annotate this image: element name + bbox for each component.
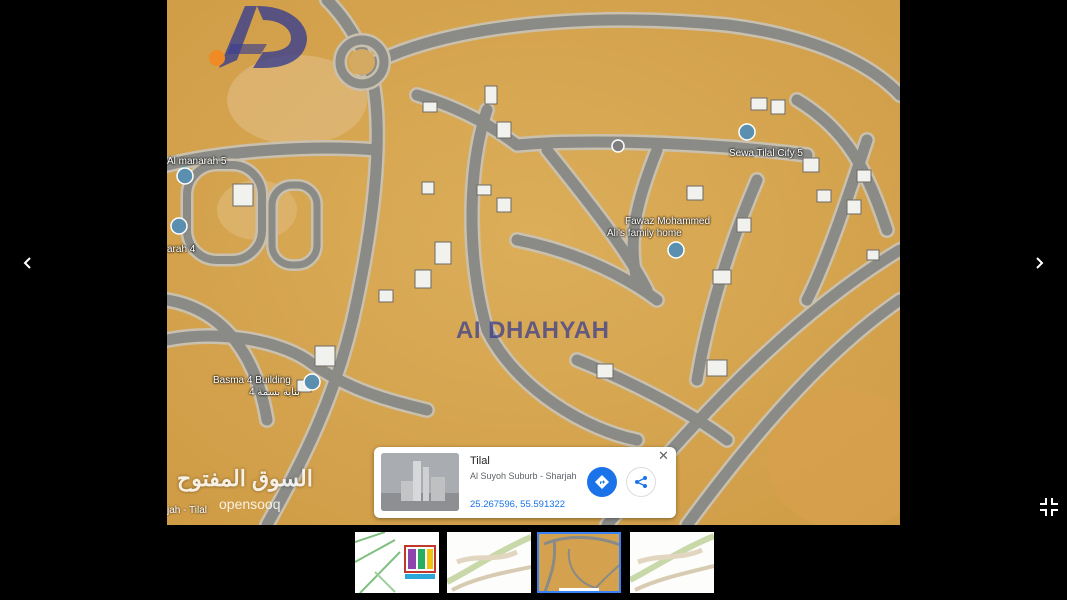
place-label-sewa-tilal-city-5[interactable]: Sewa Tilal Cify 5 [729, 148, 803, 159]
opensooq-watermark-arabic: السوق المفتوح [177, 466, 313, 491]
place-label-basma-4-arabic[interactable]: بناية بسمة 4 [249, 387, 300, 398]
place-coordinates[interactable]: 25.267596, 55.591322 [470, 499, 565, 510]
watermark-brand-name: AI DHAHYAH [456, 317, 610, 344]
directions-icon [595, 475, 609, 489]
place-label-fawaz-mohammed[interactable]: Fawaz Mohammed [625, 216, 710, 227]
opensooq-watermark-latin: opensooq [219, 496, 281, 512]
place-label-basma-4-building[interactable]: Basma 4 Building [213, 375, 291, 386]
chevron-right-icon [1036, 257, 1044, 269]
thumbnail-2[interactable] [447, 532, 531, 593]
place-label-manarah-4[interactable]: arah 4 [167, 244, 195, 255]
close-icon: ✕ [658, 448, 669, 463]
close-card-button[interactable]: ✕ [658, 448, 669, 464]
thumbnail-strip [0, 525, 1067, 600]
place-label-family-home[interactable]: Ali's family home [607, 228, 682, 239]
corner-location-label: jah - Tilal [167, 505, 208, 516]
place-photo[interactable] [381, 453, 459, 511]
previous-image-button[interactable] [15, 250, 41, 276]
al-dhahyah-logo [209, 6, 307, 68]
share-button[interactable] [626, 467, 656, 497]
place-info-card[interactable]: Tilal Al Suyoh Suburb - Sharjah 25.26759… [374, 447, 676, 518]
thumbnail-4[interactable] [630, 532, 714, 593]
exit-fullscreen-icon [1040, 498, 1058, 516]
place-title: Tilal [470, 455, 490, 467]
thumbnail-1[interactable] [355, 532, 439, 593]
exit-fullscreen-button[interactable] [1038, 496, 1060, 518]
place-address: Al Suyoh Suburb - Sharjah [470, 471, 577, 481]
place-label-al-manarah-5[interactable]: Al manarah 5 [167, 156, 226, 167]
master-plan-thumbnail [447, 532, 531, 593]
chevron-left-icon [23, 257, 31, 269]
share-icon [635, 476, 647, 488]
satellite-map-thumbnail [539, 534, 619, 591]
master-plan-thumbnail [630, 532, 714, 593]
next-image-button[interactable] [1026, 250, 1052, 276]
street-view-image [381, 453, 459, 511]
directions-button[interactable] [587, 467, 617, 497]
thumbnail-3-active[interactable] [537, 532, 621, 593]
image-viewer: Al manarah 5 arah 4 Basma 4 Building بنا… [0, 0, 1067, 600]
site-plan-thumbnail [355, 532, 439, 593]
